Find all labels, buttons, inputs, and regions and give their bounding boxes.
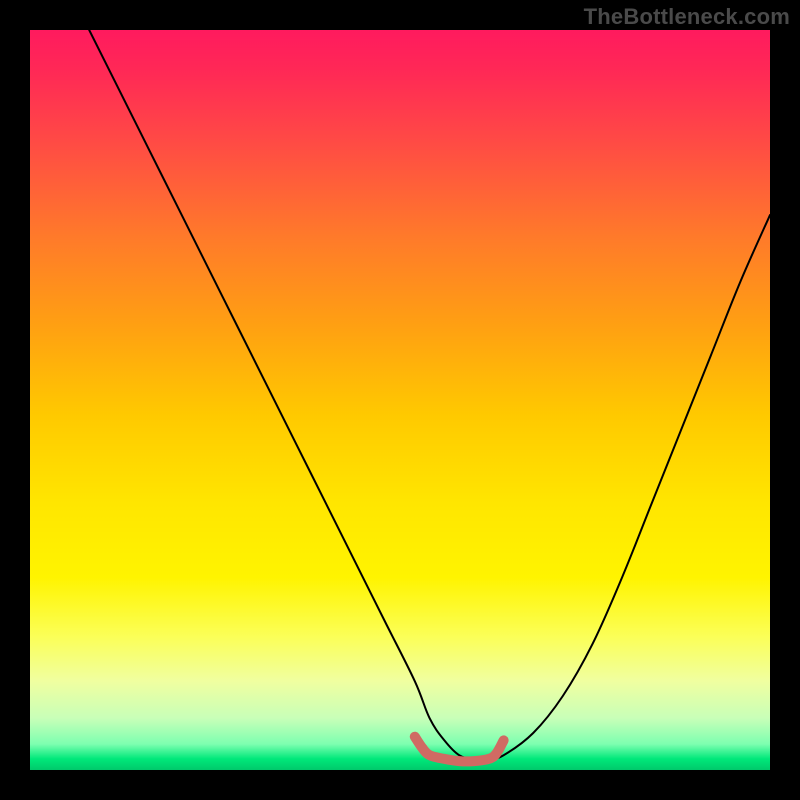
chart-frame: TheBottleneck.com xyxy=(0,0,800,800)
plot-area xyxy=(30,30,770,770)
curve-layer xyxy=(30,30,770,770)
watermark-text: TheBottleneck.com xyxy=(584,4,790,30)
bottleneck-curve xyxy=(89,30,770,759)
optimal-range-highlight xyxy=(415,737,504,762)
